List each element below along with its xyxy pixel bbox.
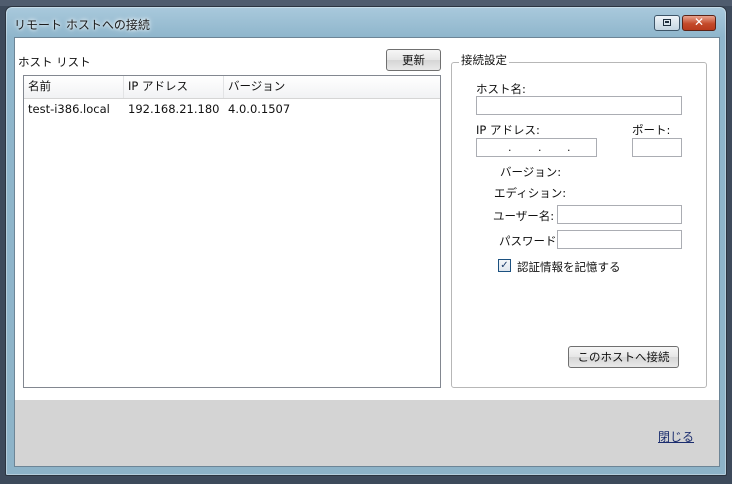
password-label: パスワード: (499, 234, 561, 248)
restore-button[interactable] (654, 15, 680, 31)
checkmark-icon: ✓ (500, 260, 509, 271)
connect-to-host-button[interactable]: このホストへ接続 (568, 346, 679, 368)
version-label: バージョン: (500, 165, 562, 179)
close-link[interactable]: 閉じる (658, 428, 694, 445)
ip-address-label: IP アドレス: (476, 123, 540, 137)
close-window-button[interactable]: ✕ (682, 15, 716, 31)
remember-credentials-checkbox[interactable]: ✓ (498, 259, 511, 272)
ip-separator: . (567, 141, 571, 154)
column-header-name[interactable]: 名前 (24, 76, 124, 98)
user-name-input[interactable] (557, 205, 682, 224)
close-icon: ✕ (693, 15, 705, 29)
column-header-version[interactable]: バージョン (224, 76, 440, 98)
dialog-footer (14, 400, 720, 467)
window-title: リモート ホストへの接続 (14, 18, 150, 32)
remember-credentials-label[interactable]: 認証情報を記憶する (517, 259, 621, 275)
port-input[interactable] (632, 138, 682, 157)
host-name-input[interactable] (476, 96, 682, 115)
refresh-button[interactable]: 更新 (386, 49, 441, 71)
host-version-cell: 4.0.0.1507 (228, 102, 291, 116)
host-ip-cell: 192.168.21.180 (128, 102, 220, 116)
host-list-label: ホスト リスト (18, 55, 91, 69)
ip-separator: . (508, 141, 512, 154)
user-name-label: ユーザー名: (493, 209, 555, 223)
ip-separator: . (538, 141, 542, 154)
host-list-header: 名前 IP アドレス バージョン (24, 76, 440, 99)
port-label: ポート: (632, 123, 671, 137)
ip-address-input[interactable]: . . . (476, 138, 597, 157)
host-list[interactable]: 名前 IP アドレス バージョン test-i386.local 192.168… (23, 75, 441, 388)
title-bar[interactable]: リモート ホストへの接続 ✕ (6, 7, 726, 37)
host-name-cell: test-i386.local (28, 102, 110, 116)
connection-settings-legend: 接続設定 (459, 52, 509, 68)
password-input[interactable] (557, 230, 682, 249)
column-header-ip[interactable]: IP アドレス (124, 76, 224, 98)
restore-icon (663, 19, 671, 26)
host-name-label: ホスト名: (476, 82, 526, 96)
edition-label: エディション: (494, 186, 567, 200)
table-row[interactable]: test-i386.local 192.168.21.180 4.0.0.150… (24, 99, 440, 119)
